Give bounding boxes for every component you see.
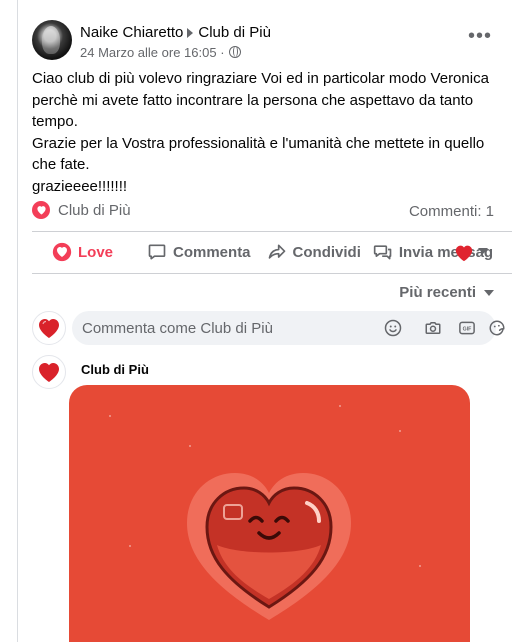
comment-label: Commenta	[173, 243, 251, 261]
more-options-button[interactable]: •••	[468, 26, 492, 46]
author-name[interactable]: Naike Chiaretto	[80, 24, 183, 41]
comment-input-box[interactable]: GIF	[72, 311, 505, 345]
page-name[interactable]: Club di Più	[198, 24, 271, 41]
post-card: Naike Chiaretto Club di Più 24 Marzo alle…	[17, 0, 526, 642]
globe-icon	[228, 46, 241, 58]
share-button[interactable]: Condividi	[267, 242, 361, 262]
gif-icon[interactable]: GIF	[458, 319, 476, 337]
reactor-name: Club di Più	[58, 201, 131, 219]
post-timestamp[interactable]: 24 Marzo alle ore 16:05	[80, 45, 217, 60]
love-icon	[52, 242, 72, 262]
commenter-avatar[interactable]	[32, 355, 66, 389]
emoji-icon[interactable]	[384, 319, 402, 337]
arrow-right-icon	[187, 28, 194, 39]
heart-logo-icon	[39, 363, 59, 382]
comments-count[interactable]: Commenti: 1	[409, 203, 494, 220]
chevron-down-icon[interactable]	[478, 248, 488, 254]
comment-button[interactable]: Commenta	[147, 242, 251, 262]
post-actions-bar: Love Commenta Condividi Invia messag	[32, 232, 512, 272]
chevron-down-icon	[484, 289, 494, 296]
comment-sort-dropdown[interactable]: Più recenti	[399, 284, 494, 301]
comment-icon	[148, 244, 166, 260]
sticker-icon[interactable]	[488, 319, 506, 337]
post-text-line: grazieeee!!!!!!!	[32, 177, 128, 195]
post-meta: 24 Marzo alle ore 16:05 ·	[80, 45, 241, 60]
camera-icon[interactable]	[424, 319, 442, 337]
share-label: Condividi	[292, 243, 361, 261]
more-dots-icon: •••	[468, 25, 493, 47]
svg-text:GIF: GIF	[463, 327, 473, 333]
heart-logo-icon	[39, 319, 59, 338]
commenter-name[interactable]: Club di Più	[81, 362, 149, 377]
post-text-line: Ciao club di più volevo ringraziare Voi …	[32, 70, 489, 130]
post-text-line: Grazie per la Vostra professionalità e l…	[32, 134, 485, 174]
divider	[32, 273, 512, 274]
love-button[interactable]: Love	[52, 242, 113, 262]
send-message-button[interactable]: Invia messag	[373, 242, 493, 262]
sort-label: Più recenti	[399, 284, 476, 301]
reactions-summary[interactable]: Club di Più	[32, 201, 131, 219]
share-icon	[268, 244, 285, 259]
post-body: Ciao club di più volevo ringraziare Voi …	[32, 68, 502, 197]
comment-input[interactable]	[82, 311, 342, 345]
current-page-avatar[interactable]	[32, 311, 66, 345]
love-label: Love	[78, 243, 114, 261]
smiling-heart-sticker	[187, 473, 351, 620]
messenger-icon	[373, 245, 392, 260]
post-header: Naike Chiaretto Club di Più	[80, 24, 271, 41]
love-reaction-icon	[32, 201, 50, 219]
author-avatar[interactable]	[32, 20, 72, 60]
heart-cursor-icon	[455, 245, 473, 262]
heart-sticker-image[interactable]	[69, 385, 470, 642]
